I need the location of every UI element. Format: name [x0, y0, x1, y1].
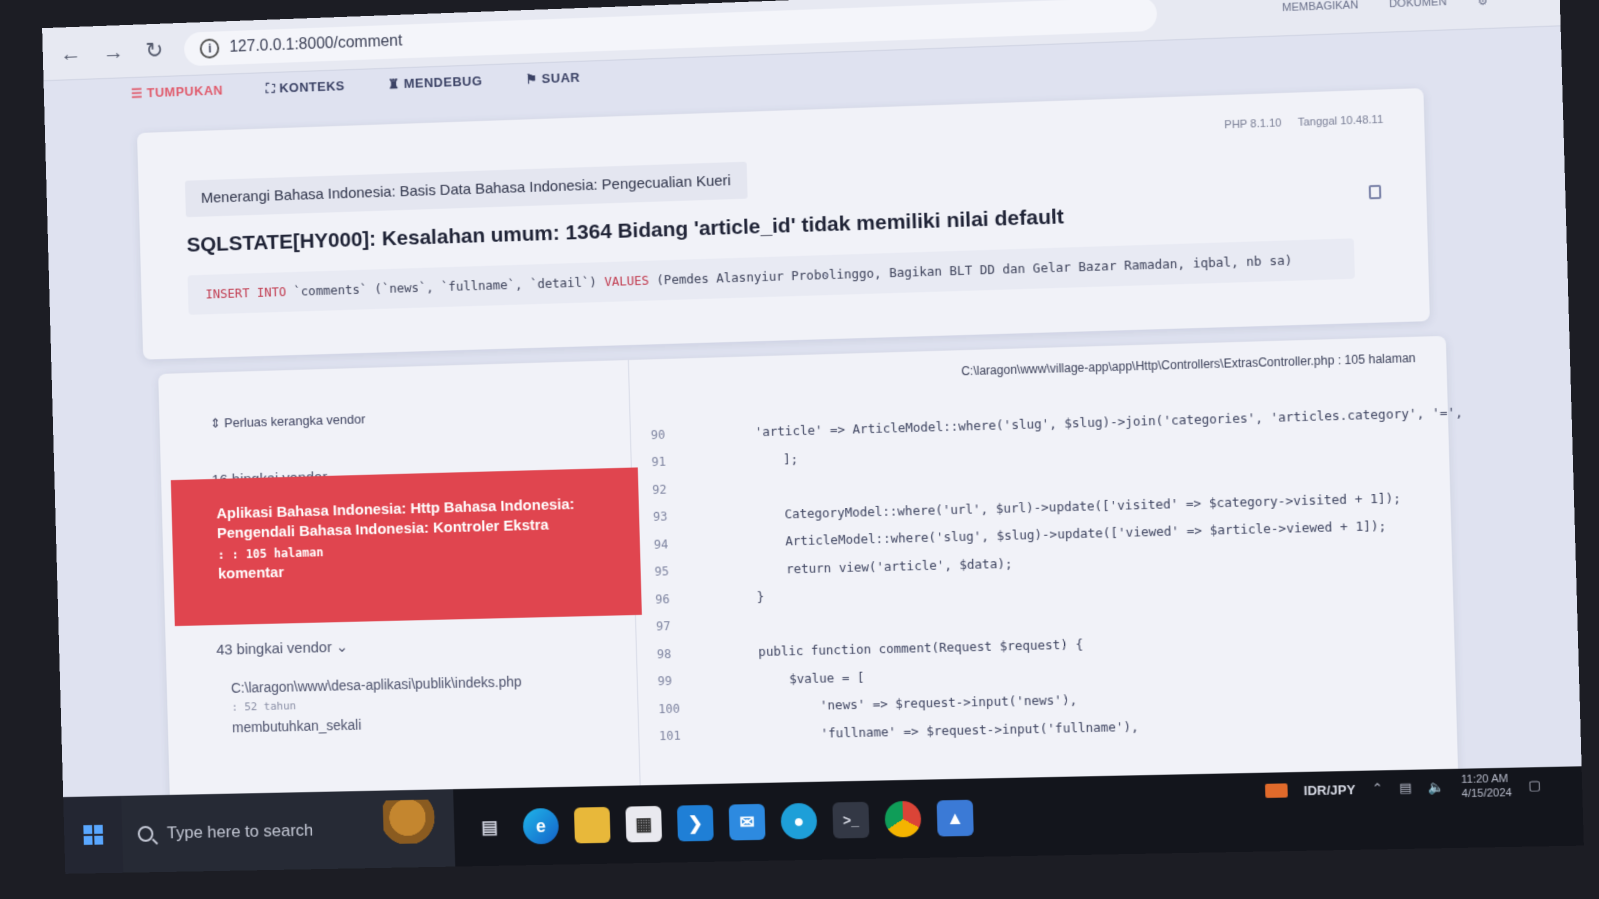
reload-icon[interactable]: ↻ [145, 37, 164, 63]
file-explorer-icon[interactable] [573, 806, 611, 844]
active-frame[interactable]: Aplikasi Bahasa Indonesia: Http Bahasa I… [170, 467, 642, 627]
settings-gear-icon[interactable]: ⚙ [1477, 0, 1487, 8]
line-number[interactable]: 99 [657, 673, 729, 688]
chrome-icon[interactable] [884, 800, 922, 838]
frame-class: Aplikasi Bahasa Indonesia: Http Bahasa I… [216, 496, 575, 543]
forward-arrow-icon[interactable]: → [102, 38, 124, 64]
info-icon[interactable]: i [199, 37, 220, 59]
url-text[interactable]: 127.0.0.1:8000/comment [229, 32, 402, 56]
vscode-icon[interactable]: ❯ [676, 804, 714, 842]
line-number[interactable]: 96 [655, 591, 727, 606]
tray-chevron-icon[interactable]: ⌃ [1372, 780, 1384, 796]
laptop-screen: ← → ↻ i 127.0.0.1:8000/comment MEMBAGIKA… [42, 0, 1584, 874]
tab-debug[interactable]: ♜ MENDEBUG [388, 73, 483, 92]
tab-stack[interactable]: ☰ TUMPUKAN [131, 83, 223, 102]
system-tray: IDR/JPY ⌃ ▤ 🔈 11:20 AM 4/15/2024 ▢ [1264, 771, 1542, 805]
line-number[interactable]: 97 [656, 618, 728, 633]
search-icon [137, 825, 154, 842]
frames-list: ⇕ Perluas kerangka vendor 16 bingkai ven… [158, 360, 642, 818]
line-number[interactable]: 101 [659, 728, 731, 743]
line-number[interactable]: 95 [654, 563, 726, 579]
network-icon[interactable]: ▤ [1399, 780, 1412, 796]
line-number[interactable]: 98 [657, 646, 729, 661]
tab-flare[interactable]: ⚑ SUAR [525, 70, 580, 88]
copy-icon[interactable] [1368, 184, 1382, 200]
php-version: PHP 8.1.10 [1224, 117, 1282, 132]
laragon-icon[interactable]: ● [780, 802, 818, 840]
notification-icon[interactable]: ▢ [1528, 777, 1541, 794]
store-icon[interactable]: ▦ [625, 805, 663, 843]
code-file-path[interactable]: C:\laragon\www\village-app\app\Http\Cont… [961, 351, 1416, 378]
terminal-icon[interactable]: >_ [832, 801, 870, 839]
edge-icon[interactable]: e [522, 807, 560, 845]
code-snippet: 90 'article' => ArticleModel::where('slu… [650, 399, 1464, 750]
pinned-apps: ▤ e ▦ ❯ ✉ ● >_ ▲ [471, 799, 974, 846]
search-highlight-image [382, 799, 445, 845]
currency-pair[interactable]: IDR/JPY [1304, 782, 1356, 798]
chevron-down-icon[interactable]: ⌄ [820, 265, 831, 281]
back-arrow-icon[interactable]: ← [60, 40, 82, 66]
currency-icon [1264, 783, 1288, 798]
version-info: PHP 8.1.10 Tanggal 10.48.11 [1224, 114, 1383, 132]
code-text: return view('article', $data); [725, 555, 1013, 578]
expand-vendor-frames[interactable]: ⇕ Perluas kerangka vendor [210, 411, 366, 431]
windows-start-icon[interactable] [63, 795, 124, 874]
line-number[interactable]: 91 [651, 453, 723, 469]
code-text: } [726, 589, 765, 606]
taskbar-search[interactable]: Type here to search [121, 789, 456, 873]
error-message: SQLSTATE[HY000]: Kesalahan umum: 1364 Bi… [186, 205, 1065, 257]
search-placeholder: Type here to search [166, 820, 314, 843]
volume-icon[interactable]: 🔈 [1428, 779, 1445, 796]
index-frame[interactable]: C:\laragon\www\desa-aplikasi\publik\inde… [231, 671, 523, 737]
docs-button[interactable]: DOKUMEN [1389, 0, 1447, 11]
browser-toolbar: ← → ↻ i 127.0.0.1:8000/comment MEMBAGIKA… [42, 0, 1561, 82]
tab-context[interactable]: ⛶ KONTEKS [266, 78, 345, 97]
line-number[interactable]: 90 [651, 428, 666, 442]
stack-frames-card: ⇕ Perluas kerangka vendor 16 bingkai ven… [158, 335, 1464, 818]
line-number[interactable]: 100 [658, 700, 730, 716]
code-text: $value = [ [728, 669, 865, 688]
error-card: PHP 8.1.10 Tanggal 10.48.11 Menerangi Ba… [136, 88, 1430, 360]
laravel-version: Tanggal 10.48.11 [1297, 113, 1384, 129]
line-number[interactable]: 94 [654, 536, 726, 551]
address-bar[interactable]: i 127.0.0.1:8000/comment [184, 0, 1158, 66]
code-text: 'fullname' => $request->input('fullname'… [730, 718, 1139, 743]
code-text: public function comment(Request $request… [728, 636, 1084, 660]
share-button[interactable]: MEMBAGIKAN [1282, 0, 1359, 15]
task-view-icon[interactable]: ▤ [471, 809, 507, 845]
ignition-actions: MEMBAGIKAN DOKUMEN ⚙ [1282, 0, 1488, 15]
line-number[interactable]: 93 [653, 508, 725, 524]
photos-icon[interactable]: ▲ [936, 799, 974, 837]
exception-class: Menerangi Bahasa Indonesia: Basis Data B… [184, 161, 748, 218]
mail-icon[interactable]: ✉ [728, 803, 766, 841]
clock[interactable]: 11:20 AM 4/15/2024 [1461, 772, 1512, 801]
code-text: ]; [722, 450, 799, 468]
code-text: 'news' => $request->input('news'), [729, 692, 1078, 715]
line-number[interactable]: 92 [652, 481, 724, 496]
vendor-frames-group[interactable]: 43 bingkai vendor ⌄ [216, 638, 348, 659]
